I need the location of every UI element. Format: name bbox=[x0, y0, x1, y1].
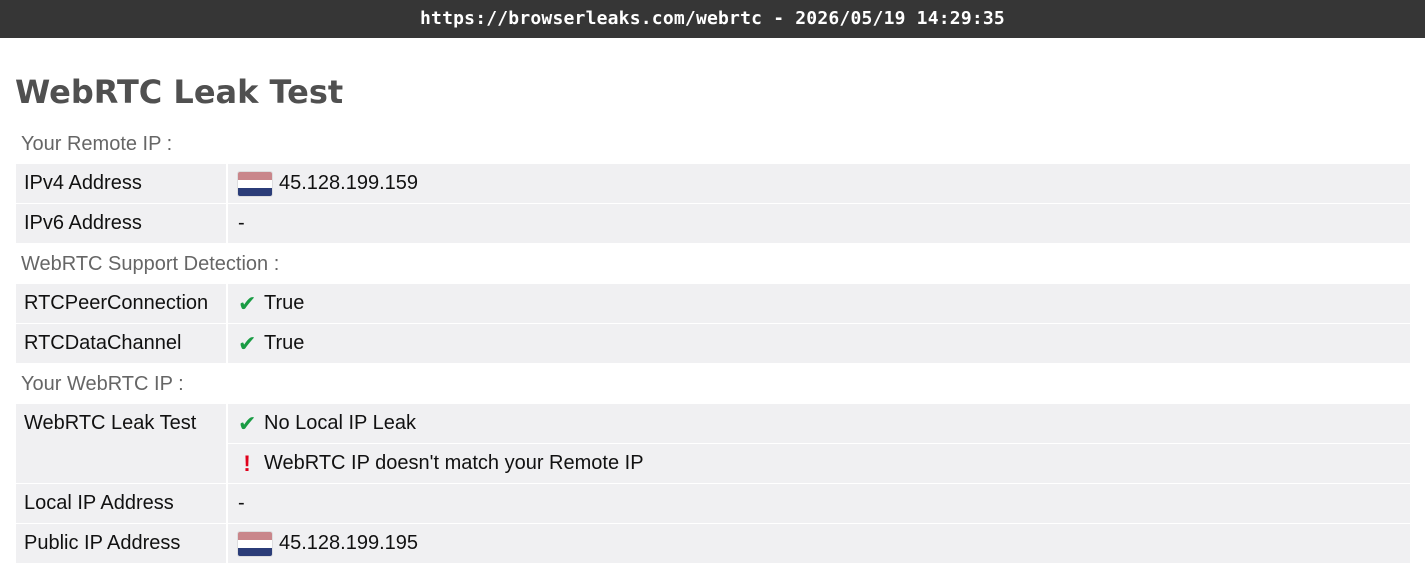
table-row-ipv4: IPv4 Address 45.128.199.159 bbox=[16, 164, 1410, 204]
section-heading-support: WebRTC Support Detection : bbox=[21, 253, 280, 275]
ipv6-value: - bbox=[228, 204, 1410, 244]
results-table: Your Remote IP : IPv4 Address 45.128.199… bbox=[16, 124, 1410, 564]
page-title: WebRTC Leak Test bbox=[15, 73, 344, 111]
section-heading-webrtc-ip: Your WebRTC IP : bbox=[21, 373, 184, 395]
check-icon: ✔ bbox=[238, 331, 257, 356]
url-timestamp-text: https://browserleaks.com/webrtc - 2026/0… bbox=[420, 8, 1005, 29]
table-row-rtcpeerconnection: RTCPeerConnection ✔ True bbox=[16, 284, 1410, 324]
rtcpeerconnection-label: RTCPeerConnection bbox=[16, 284, 226, 324]
url-timestamp-bar: https://browserleaks.com/webrtc - 2026/0… bbox=[0, 0, 1425, 38]
check-icon: ✔ bbox=[238, 291, 257, 316]
table-row-local-ip: Local IP Address - bbox=[16, 484, 1410, 524]
table-row-leak-test: WebRTC Leak Test ✔ No Local IP Leak ! We… bbox=[16, 404, 1410, 484]
check-icon: ✔ bbox=[238, 411, 257, 436]
public-ip-label: Public IP Address bbox=[16, 524, 226, 564]
rtcdatachannel-label: RTCDataChannel bbox=[16, 324, 226, 364]
warning-exclamation-icon: ! bbox=[243, 451, 251, 476]
rtcpeerconnection-value-cell: ✔ True bbox=[228, 284, 1410, 324]
netherlands-flag-icon bbox=[238, 171, 272, 196]
leak-test-value-2: WebRTC IP doesn't match your Remote IP bbox=[264, 452, 644, 474]
section-heading-remote-ip: Your Remote IP : bbox=[21, 133, 173, 155]
ipv4-value-cell: 45.128.199.159 bbox=[228, 164, 1410, 204]
local-ip-label: Local IP Address bbox=[16, 484, 226, 524]
leak-test-label: WebRTC Leak Test bbox=[16, 404, 226, 484]
netherlands-flag-icon bbox=[238, 531, 272, 556]
leak-test-value-cell-1: ✔ No Local IP Leak bbox=[228, 404, 1410, 444]
leak-test-value-1: No Local IP Leak bbox=[264, 412, 416, 434]
public-ip-value: 45.128.199.195 bbox=[279, 532, 419, 554]
ipv6-label: IPv6 Address bbox=[16, 204, 226, 244]
rtcdatachannel-value: True bbox=[264, 332, 305, 354]
rtcdatachannel-value-cell: ✔ True bbox=[228, 324, 1410, 364]
rtcpeerconnection-value: True bbox=[264, 292, 305, 314]
leak-test-value-cell-2: ! WebRTC IP doesn't match your Remote IP bbox=[228, 444, 1410, 484]
table-row-rtcdatachannel: RTCDataChannel ✔ True bbox=[16, 324, 1410, 364]
table-row-public-ip: Public IP Address 45.128.199.195 bbox=[16, 524, 1410, 564]
local-ip-value: - bbox=[228, 484, 1410, 524]
public-ip-value-cell: 45.128.199.195 bbox=[228, 524, 1410, 564]
table-row-ipv6: IPv6 Address - bbox=[16, 204, 1410, 244]
ipv4-value: 45.128.199.159 bbox=[279, 172, 419, 194]
ipv4-label: IPv4 Address bbox=[16, 164, 226, 204]
